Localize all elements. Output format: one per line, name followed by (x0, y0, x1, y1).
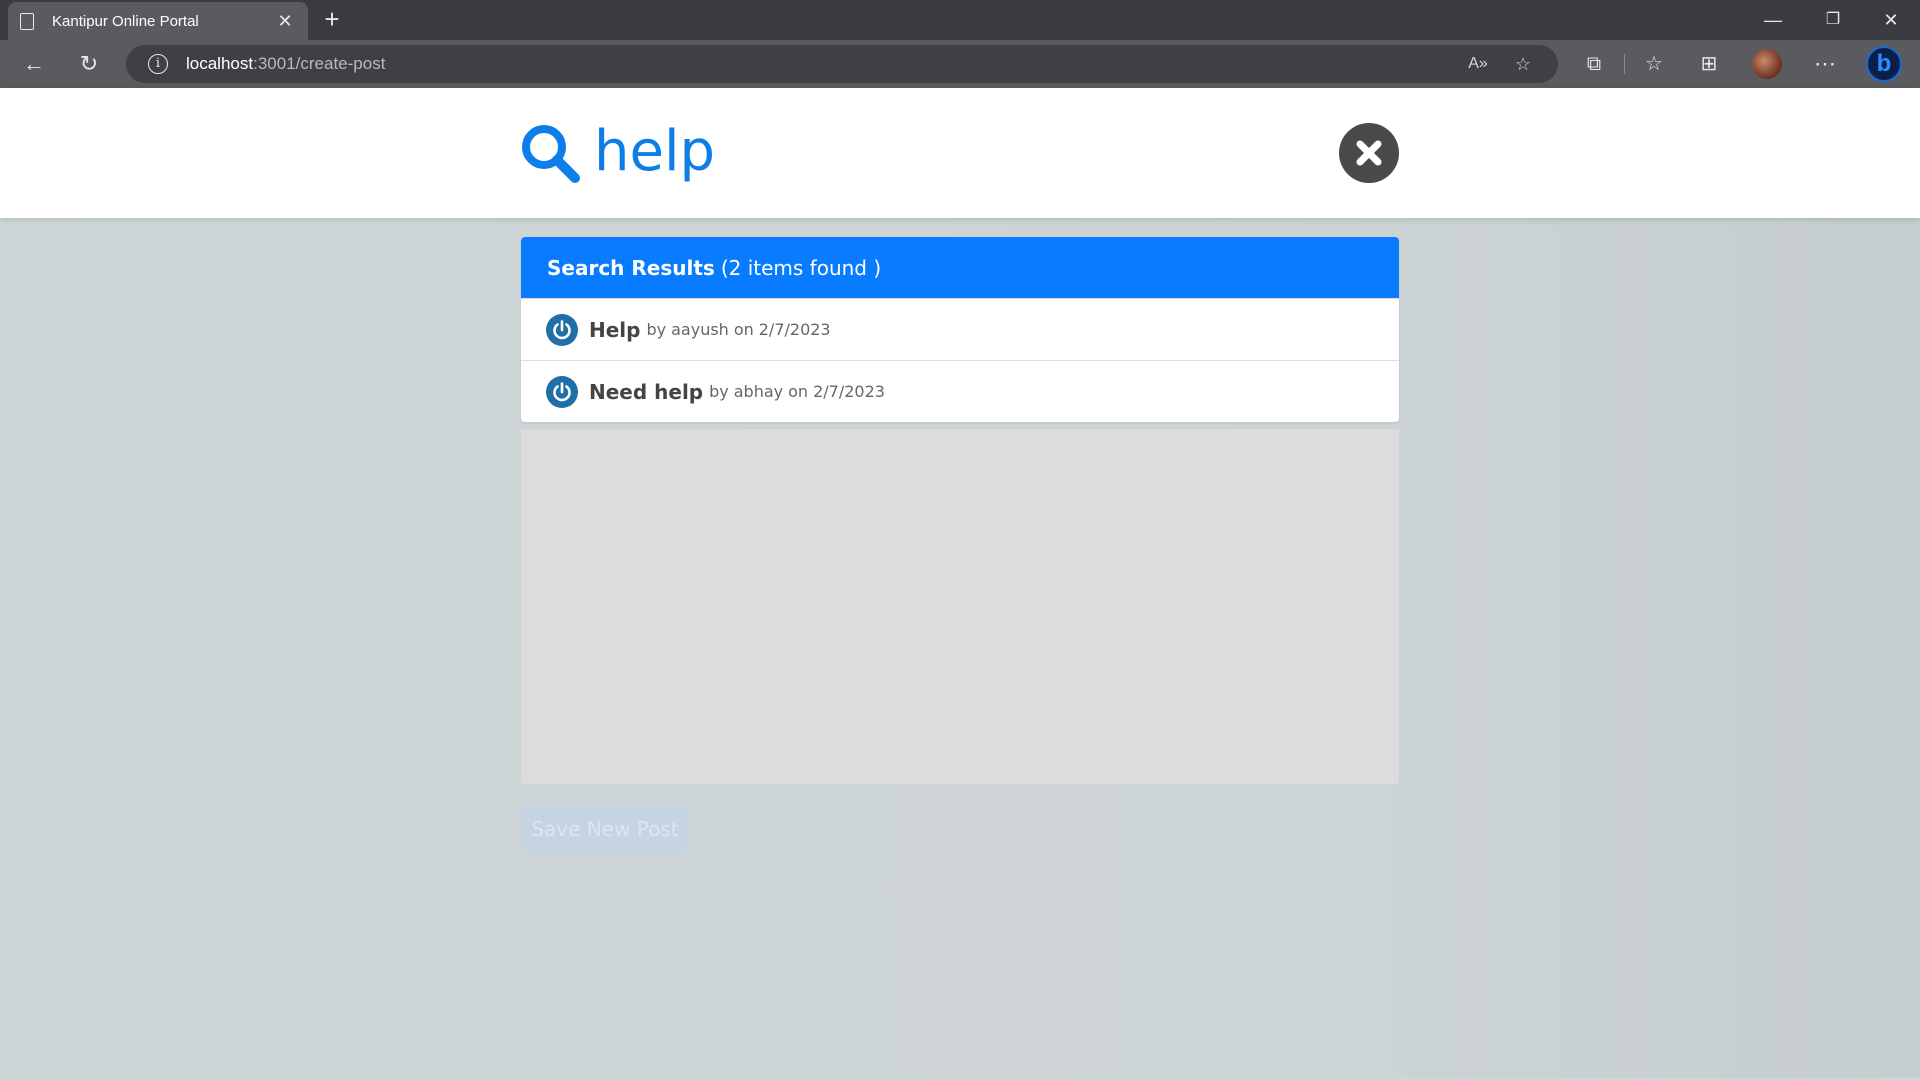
tab-title: Kantipur Online Portal (52, 12, 199, 30)
browser-toolbar: ← ↻ i localhost:3001/create-post A» ☆ ⧉ … (0, 40, 1920, 88)
info-icon[interactable]: i (148, 54, 168, 74)
window-close-icon[interactable]: ✕ (1868, 4, 1914, 36)
result-date: 2/7/2023 (758, 320, 831, 339)
power-icon (553, 319, 571, 339)
result-meta: by aayush on 2/7/2023 (646, 320, 835, 339)
search-result-item[interactable]: Need help by abhay on 2/7/2023 (521, 360, 1399, 422)
search-result-item[interactable]: Help by aayush on 2/7/2023 (521, 298, 1399, 360)
url-path: :3001/create-post (253, 54, 386, 73)
search-results-header: Search Results (2 items found ) (521, 237, 1399, 298)
result-title[interactable]: Help (589, 318, 640, 342)
results-title: Search Results (547, 255, 715, 280)
close-search-button[interactable] (1339, 123, 1399, 183)
refresh-icon[interactable]: ↻ (72, 48, 106, 80)
favorites-icon[interactable]: ☆ (1637, 48, 1671, 80)
save-new-post-button[interactable]: Save New Post (521, 805, 689, 853)
collections-icon[interactable]: ⊞ (1692, 48, 1726, 80)
results-count: (2 items found ) (720, 255, 882, 280)
back-icon[interactable]: ← (17, 48, 51, 80)
profile-avatar[interactable] (1752, 49, 1782, 79)
bing-icon[interactable]: b (1866, 46, 1902, 82)
minimize-icon[interactable]: — (1750, 4, 1796, 36)
read-aloud-icon[interactable]: A» (1463, 49, 1493, 79)
restore-icon[interactable]: ❐ (1810, 4, 1856, 36)
address-bar[interactable]: i localhost:3001/create-post A» ☆ (126, 45, 1558, 83)
toolbar-divider (1624, 54, 1625, 74)
result-on: on (733, 320, 754, 339)
result-title[interactable]: Need help (589, 380, 703, 404)
close-icon (1356, 140, 1382, 166)
post-body-textarea[interactable] (521, 429, 1399, 784)
power-icon (553, 381, 571, 401)
result-author: abhay (733, 382, 784, 401)
url-text: localhost:3001/create-post (186, 54, 385, 74)
search-input[interactable] (594, 116, 1314, 186)
url-host: localhost (186, 54, 254, 73)
result-author: aayush (671, 320, 729, 339)
browser-tab-bar: Kantipur Online Portal ✕ + — ❐ ✕ (0, 0, 1920, 40)
more-options-icon[interactable]: ⋯ (1808, 48, 1842, 80)
browser-tab[interactable]: Kantipur Online Portal ✕ (8, 2, 308, 40)
result-date: 2/7/2023 (813, 382, 885, 401)
author-avatar-icon (546, 313, 578, 346)
page-content: Save New Post Search Results (2 items fo… (0, 88, 1920, 1078)
result-meta: by abhay on 2/7/2023 (709, 382, 890, 401)
search-icon (522, 125, 580, 183)
result-on: on (788, 382, 809, 401)
page-icon (20, 12, 34, 30)
add-favorite-icon[interactable]: ☆ (1508, 49, 1538, 79)
extensions-icon[interactable]: ⧉ (1577, 48, 1611, 80)
new-tab-icon[interactable]: + (318, 6, 346, 34)
close-tab-icon[interactable]: ✕ (274, 10, 296, 32)
result-by: by (646, 320, 667, 339)
result-by: by (709, 382, 729, 401)
search-results-panel: Search Results (2 items found ) Help by a… (521, 237, 1399, 422)
author-avatar-icon (546, 375, 578, 408)
search-overlay (0, 88, 1920, 218)
